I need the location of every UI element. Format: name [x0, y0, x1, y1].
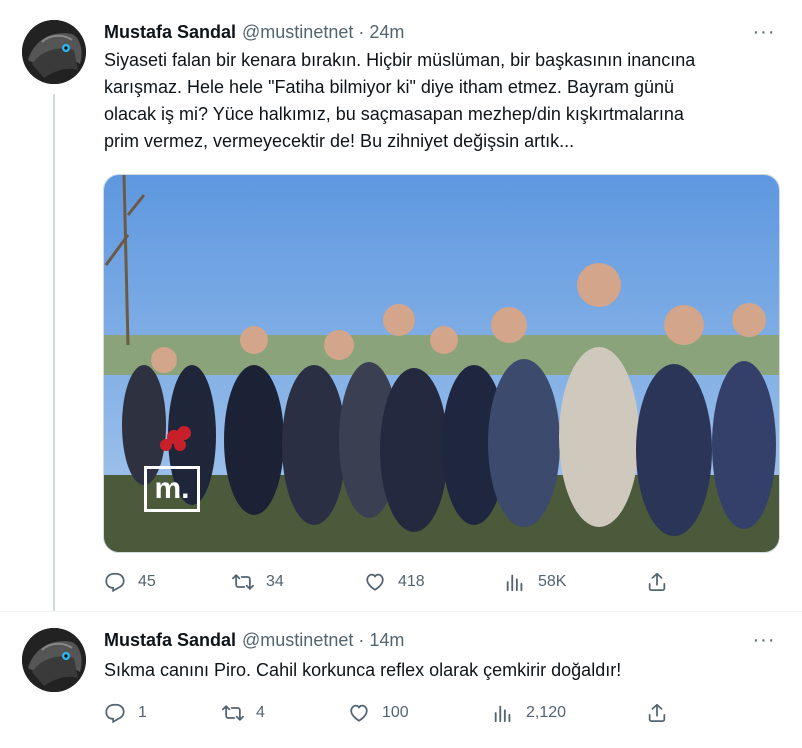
tweet-actions: 1 4 100 2,120 — [104, 700, 674, 726]
tweet-header: Mustafa Sandal @mustinetnet · 14m — [104, 628, 404, 652]
retweet-icon — [222, 702, 244, 724]
separator: · — [358, 21, 365, 42]
tweet-text: Sıkma canını Piro. Cahil korkunca reflex… — [104, 660, 622, 680]
reply-count: 1 — [138, 704, 147, 721]
like-icon — [364, 571, 386, 593]
reply-button[interactable]: 45 — [104, 569, 156, 595]
share-button[interactable] — [646, 569, 680, 595]
retweet-count: 34 — [266, 573, 284, 590]
share-icon — [646, 571, 668, 593]
tweet-2[interactable]: Mustafa Sandal @mustinetnet · 14m ··· Sı… — [0, 612, 802, 748]
tweet-1[interactable]: Mustafa Sandal @mustinetnet · 24m ··· Si… — [0, 0, 802, 612]
views-count: 58K — [538, 573, 567, 590]
retweet-icon — [232, 571, 254, 593]
timestamp[interactable]: 14m — [369, 630, 404, 651]
tweet-actions: 45 34 418 58K — [104, 569, 674, 595]
views-icon — [492, 702, 514, 724]
views-button[interactable]: 2,120 — [492, 700, 566, 726]
like-count: 100 — [382, 704, 409, 721]
author-name[interactable]: Mustafa Sandal — [104, 630, 236, 651]
more-icon[interactable]: ··· — [752, 20, 776, 44]
like-count: 418 — [398, 573, 425, 590]
reply-icon — [104, 571, 126, 593]
reply-icon — [104, 702, 126, 724]
tweet-media-video[interactable]: m. — [103, 174, 780, 553]
avatar[interactable] — [22, 628, 86, 692]
like-button[interactable]: 418 — [364, 569, 425, 595]
avatar[interactable] — [22, 20, 86, 84]
views-icon — [504, 571, 526, 593]
author-name[interactable]: Mustafa Sandal — [104, 22, 236, 43]
author-handle[interactable]: @mustinetnet — [242, 22, 353, 43]
thread-connector-line — [53, 94, 55, 612]
reply-count: 45 — [138, 573, 156, 590]
tweet-text: Siyaseti falan bir kenara bırakın. Hiçbi… — [104, 50, 696, 151]
like-icon — [348, 702, 370, 724]
retweet-button[interactable]: 34 — [232, 569, 284, 595]
retweet-button[interactable]: 4 — [222, 700, 265, 726]
like-button[interactable]: 100 — [348, 700, 409, 726]
timestamp[interactable]: 24m — [369, 22, 404, 43]
share-button[interactable] — [646, 700, 680, 726]
views-count: 2,120 — [526, 704, 567, 721]
more-icon[interactable]: ··· — [752, 628, 776, 652]
media-watermark-logo: m. — [144, 466, 200, 512]
reply-button[interactable]: 1 — [104, 700, 147, 726]
share-icon — [646, 702, 668, 724]
views-button[interactable]: 58K — [504, 569, 566, 595]
author-handle[interactable]: @mustinetnet — [242, 630, 353, 651]
retweet-count: 4 — [256, 704, 265, 721]
tweet-header: Mustafa Sandal @mustinetnet · 24m — [104, 20, 404, 44]
separator: · — [358, 629, 365, 650]
